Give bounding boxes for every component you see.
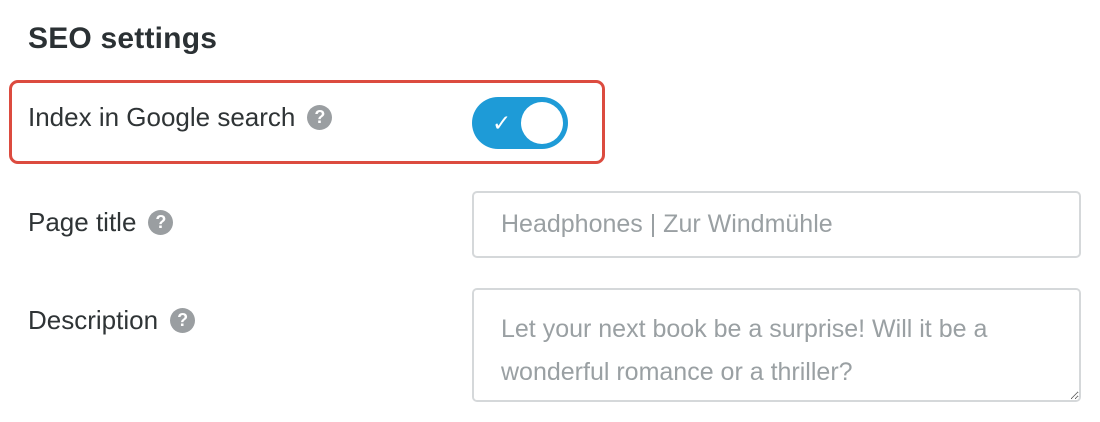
index-google-toggle[interactable]: ✓ (472, 97, 568, 149)
page-title-label: Page title (28, 207, 137, 237)
page-title-input[interactable] (472, 191, 1081, 258)
page-title-row-label: Page title ? (28, 207, 174, 238)
question-mark-circle-icon[interactable]: ? (148, 210, 174, 235)
section-title: SEO settings (28, 22, 218, 55)
description-textarea[interactable] (472, 288, 1081, 402)
checkmark-icon: ✓ (492, 110, 512, 136)
question-mark-circle-icon[interactable]: ? (307, 105, 333, 130)
description-row-label: Description ? (28, 305, 196, 336)
toggle-knob (521, 102, 563, 144)
description-label: Description (28, 305, 159, 335)
index-google-row-label: Index in Google search ? (28, 102, 333, 133)
question-mark-circle-icon[interactable]: ? (170, 308, 196, 333)
index-google-label: Index in Google search (28, 102, 296, 132)
